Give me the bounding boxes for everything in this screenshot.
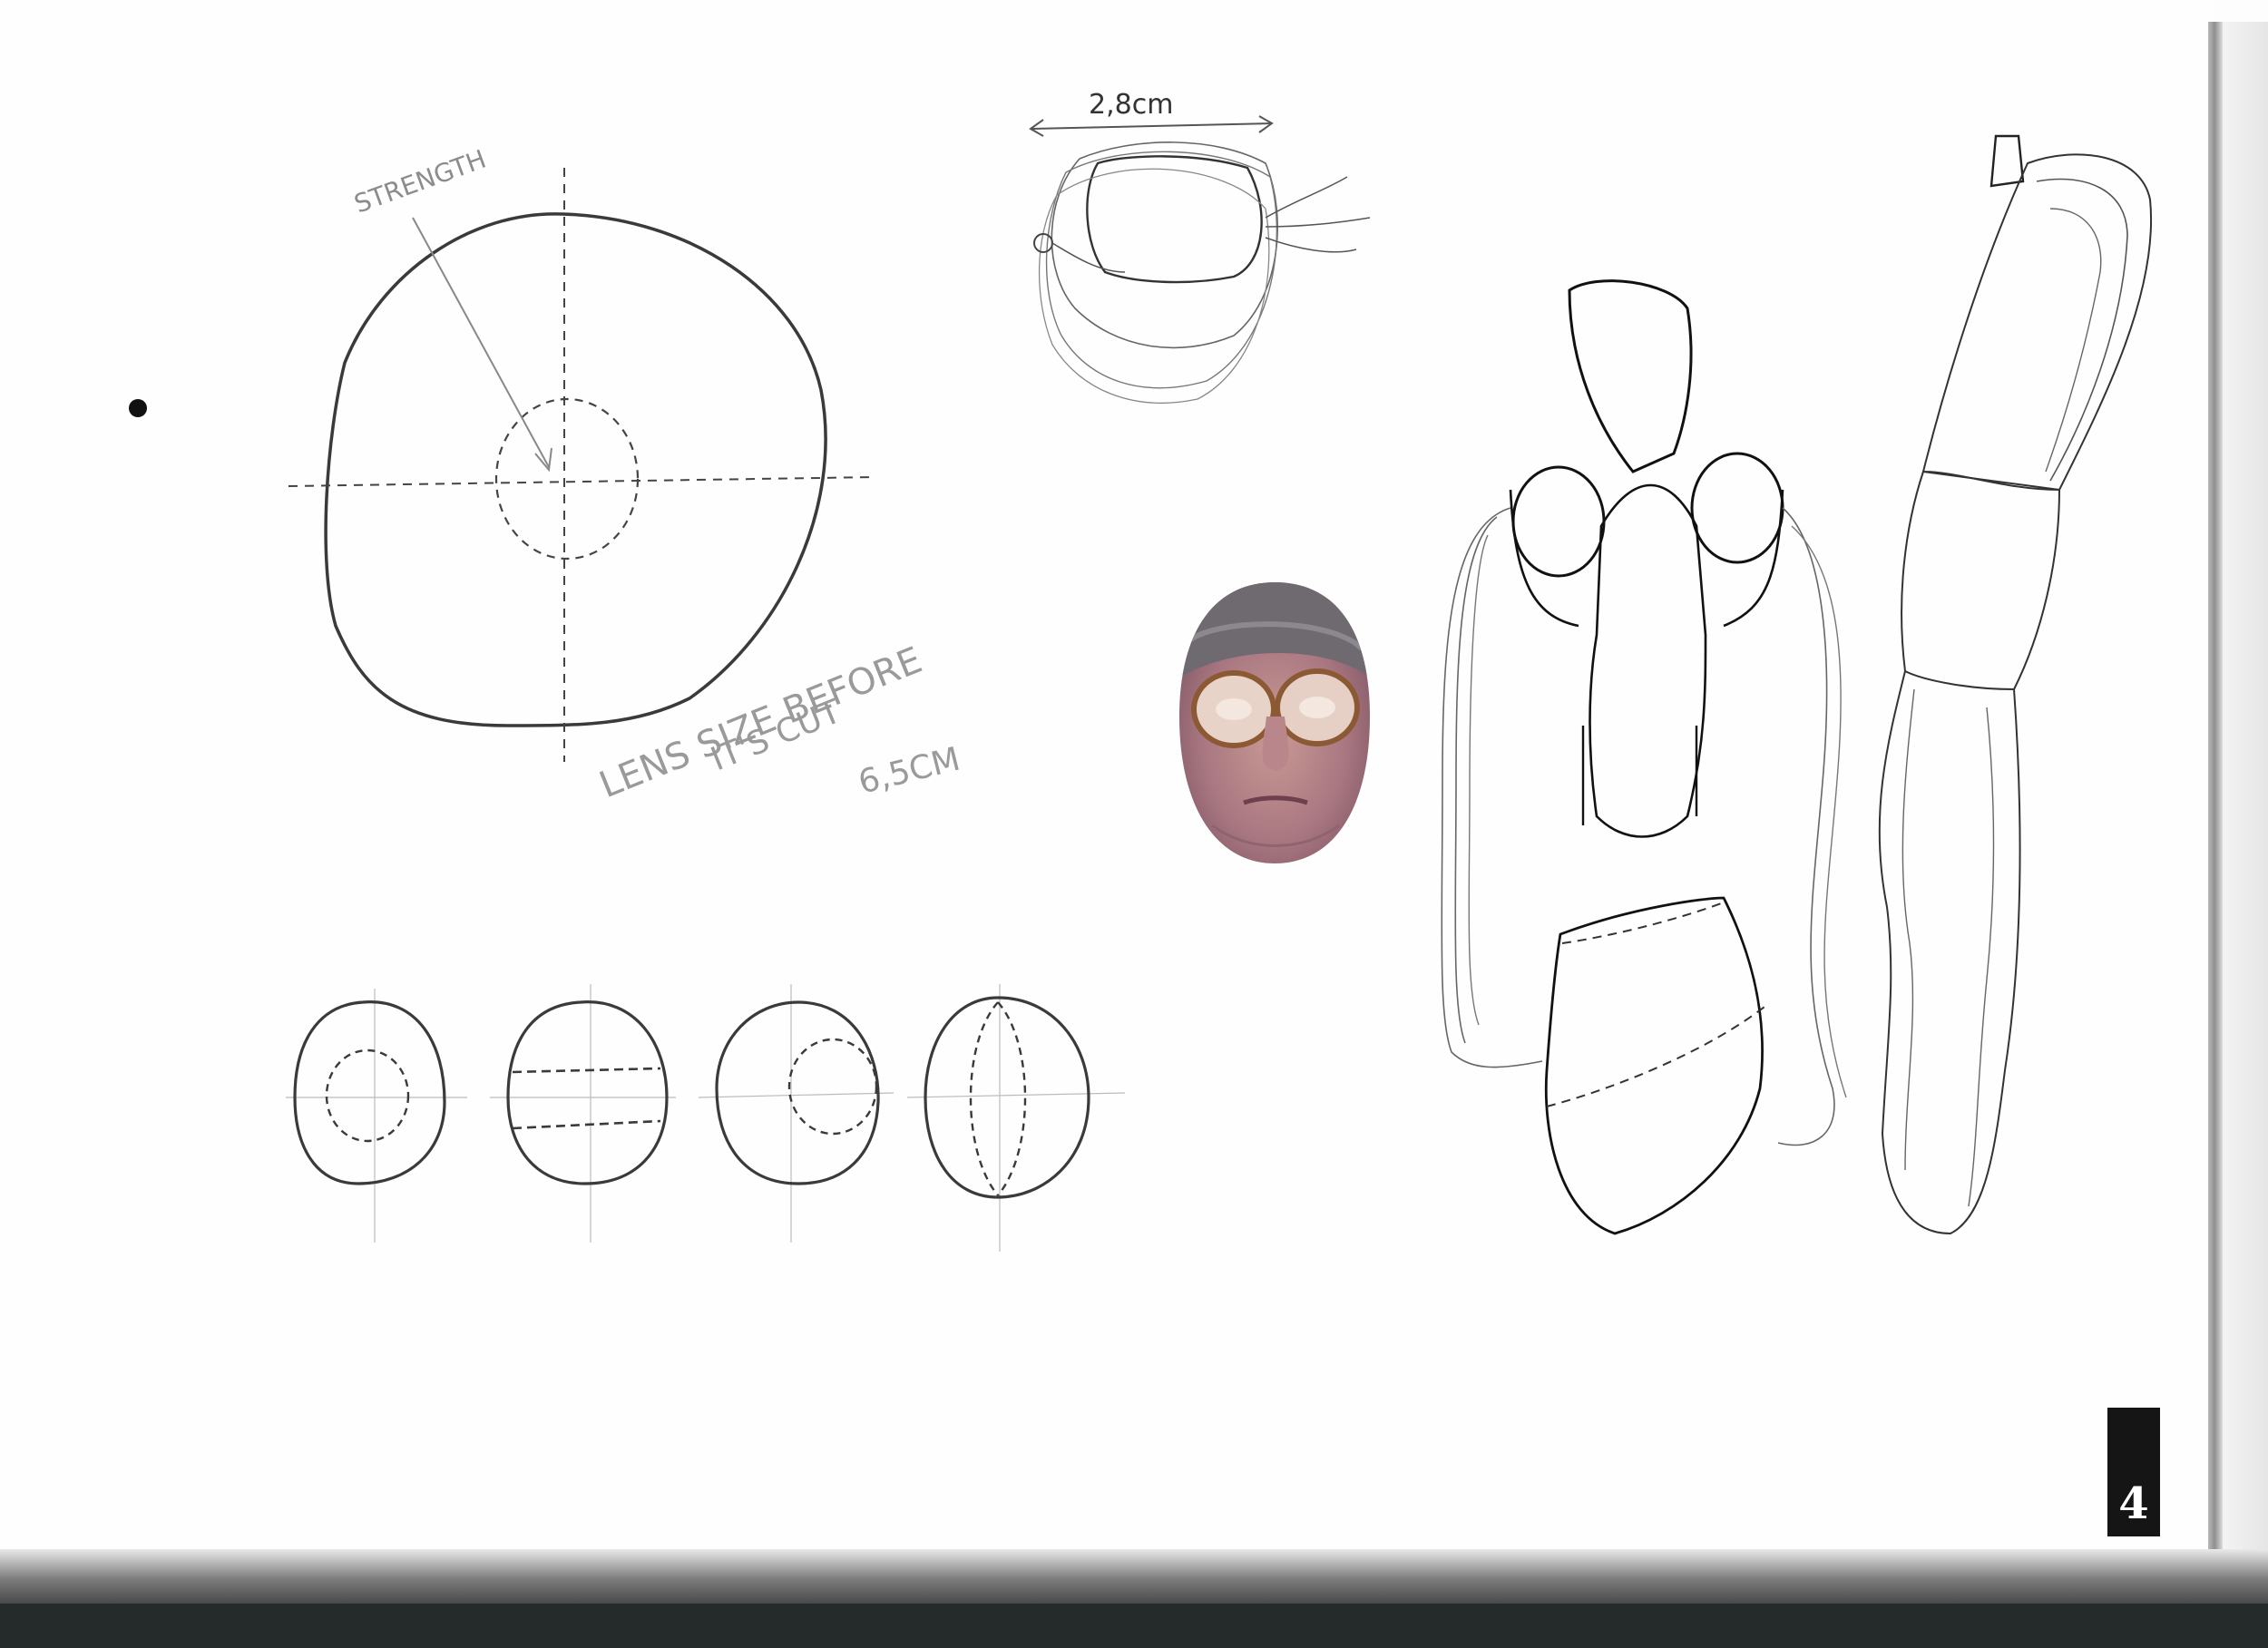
inner-strength-circle	[494, 397, 640, 561]
figure-sketch	[1441, 279, 1847, 1235]
eyewear-sketch	[1029, 115, 1371, 404]
object-sketch	[1878, 134, 2153, 1235]
width-label: 2,8cm	[1089, 89, 1173, 121]
lens-diagram	[288, 168, 876, 762]
collage-face-cutout	[1176, 580, 1374, 866]
sketchbook-page: STRENGTH 2,8cm LENS SIZE BEFORE IT'S CUT…	[0, 0, 2268, 1648]
page-number: 4	[2118, 1478, 2149, 1529]
horizontal-axis	[288, 476, 876, 487]
portrait-image	[1179, 582, 1370, 863]
lens-outline	[324, 212, 827, 727]
strength-arrow	[412, 217, 550, 468]
strength-label: STRENGTH	[350, 144, 490, 219]
diameter-label: 6,5CM	[855, 741, 963, 802]
sketch-layer: STRENGTH 2,8cm LENS SIZE BEFORE IT'S CUT…	[286, 89, 2153, 1252]
width-arrow	[1030, 122, 1273, 130]
lens-variations	[286, 984, 1126, 1252]
